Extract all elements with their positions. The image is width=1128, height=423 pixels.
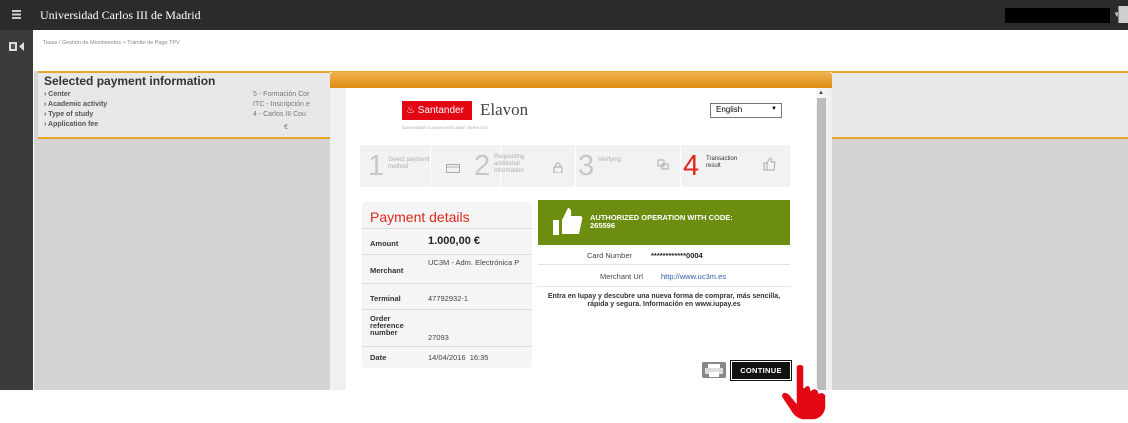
merchant-value: UC3M - Adm. Electrónica P [428, 258, 520, 267]
academic-activity-value: ITC - Inscripción e [253, 101, 310, 108]
app-title: Universidad Carlos III de Madrid [40, 8, 201, 22]
authorized-message: AUTHORIZED OPERATION WITH CODE: 265596 [590, 213, 733, 230]
type-of-study-label: › Type of study [44, 111, 94, 118]
payment-details-panel [362, 202, 532, 368]
terminal-label: Terminal [370, 294, 401, 303]
type-of-study-value: 4 - Carlos III Cou [253, 111, 306, 118]
merchant-label: Merchant [370, 266, 404, 275]
divider [362, 228, 532, 229]
date-label: Date [370, 353, 387, 362]
chevron-down-icon: ▼ [771, 106, 777, 112]
divider [538, 286, 790, 287]
scroll-up-icon[interactable]: ▲ [818, 90, 824, 96]
step-2-number: 2 [474, 150, 491, 182]
card-number-label: Card Number [587, 251, 633, 260]
application-fee-value: € [284, 124, 288, 131]
step-4-number: 4 [683, 150, 700, 182]
divider [362, 254, 532, 255]
verify-icon [657, 159, 669, 170]
divider [362, 309, 532, 310]
scrollbar-thumb[interactable] [817, 98, 826, 390]
authorization-code: 265596 [590, 221, 616, 230]
academic-activity-label: › Academic activity [44, 101, 108, 108]
breadcrumb[interactable]: Tasas / Gestión de Movimientos > Trámite… [43, 40, 180, 46]
step-4-text: Transaction result [706, 156, 738, 169]
step-divider [680, 145, 681, 187]
amount-value: 1.000,00 € [428, 235, 480, 247]
user-menu[interactable] [1005, 8, 1110, 23]
step-1-text: Select payment method [388, 157, 430, 170]
selected-payment-title: Selected payment information [44, 74, 216, 88]
step-3-text: Verifying [598, 157, 622, 163]
thumbs-up-icon [553, 208, 583, 235]
hand-pointer-icon [780, 363, 827, 421]
divider [362, 346, 532, 347]
application-fee-label: › Application fee [44, 121, 99, 128]
divider [362, 283, 532, 284]
step-1-number: 1 [368, 150, 385, 182]
order-label: Order reference number [370, 314, 404, 337]
divider [538, 264, 790, 265]
left-sidebar [0, 30, 33, 390]
language-select[interactable]: English ▼ [710, 103, 782, 118]
center-label: › Center [44, 91, 71, 98]
modal-header [330, 72, 832, 88]
santander-logo: ♨ Santander [402, 101, 472, 120]
card-icon [446, 164, 460, 173]
window-icon[interactable] [1118, 6, 1128, 23]
collapse-sidebar-icon[interactable] [8, 40, 26, 54]
order-value: 27093 [428, 333, 449, 342]
date-value: 14/04/2016 16:35 [428, 353, 489, 362]
menu-icon[interactable] [12, 10, 21, 19]
print-button[interactable] [702, 362, 726, 378]
thumbs-up-icon [763, 157, 776, 171]
merchant-url-link[interactable]: http://www.uc3m.es [661, 272, 726, 281]
payment-details-title: Payment details [370, 209, 470, 225]
logo-subtitle: SANTANDER ELAVON MERCHANT SERVICES [402, 126, 488, 130]
amount-label: Amount [370, 239, 399, 248]
elavon-logo: Elavon [480, 100, 529, 119]
step-2-text: Requesting additional information [494, 154, 525, 174]
merchant-url-label: Merchant Url [600, 272, 643, 281]
iupay-promo[interactable]: Entra en Iupay y descubre una nueva form… [543, 293, 785, 309]
lock-icon [553, 162, 563, 173]
step-divider [575, 145, 576, 187]
step-3-number: 3 [578, 150, 595, 182]
terminal-value: 47792932-1 [428, 294, 469, 303]
flame-icon: ♨ [406, 105, 415, 116]
center-value: 5 - Formación Cor [253, 91, 310, 98]
card-number-value: ************0004 [651, 251, 703, 260]
